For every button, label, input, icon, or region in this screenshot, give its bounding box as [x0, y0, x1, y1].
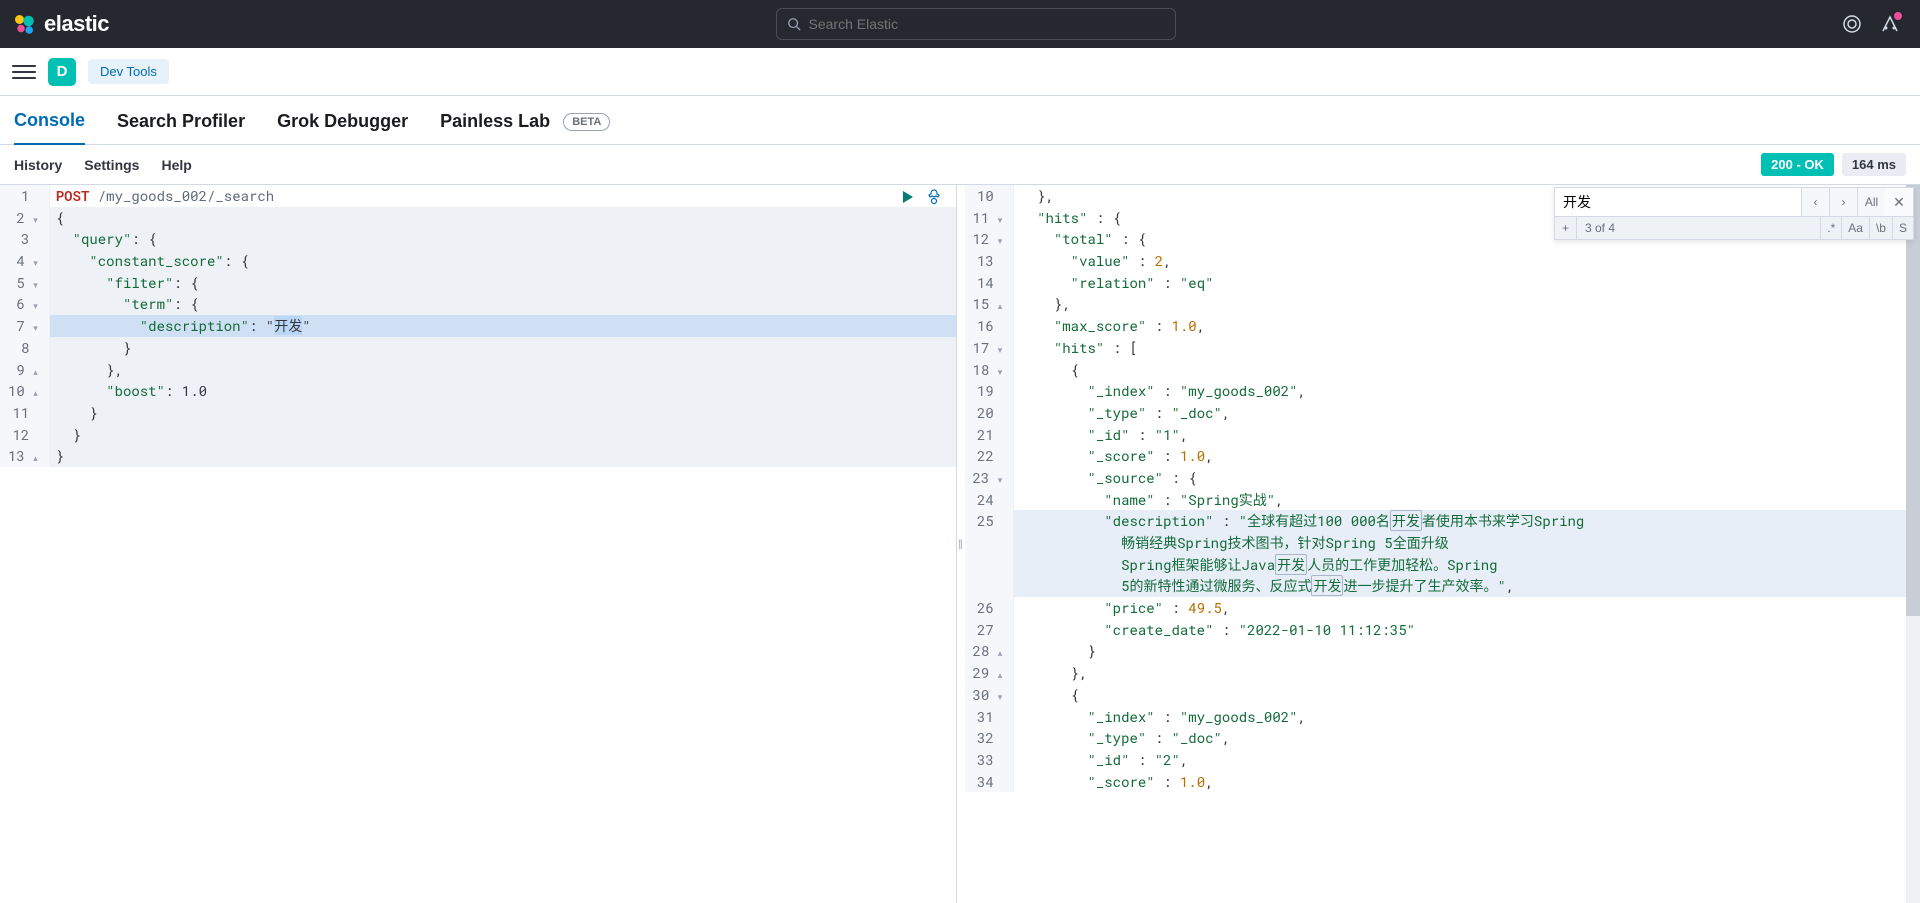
find-next-button[interactable]: ›: [1829, 188, 1857, 216]
breadcrumb-devtools[interactable]: Dev Tools: [88, 59, 169, 84]
app-header: elastic: [0, 0, 1920, 48]
response-time: 164 ms: [1842, 153, 1906, 176]
find-input[interactable]: [1555, 188, 1801, 216]
send-request-button[interactable]: [900, 189, 916, 209]
notification-dot: [1894, 12, 1902, 20]
find-prev-button[interactable]: ‹: [1801, 188, 1829, 216]
global-search-input[interactable]: [809, 16, 1165, 32]
request-editor[interactable]: 1 POST /my_goods_002/_search2 ▾{3 "query…: [0, 185, 957, 903]
brand-text: elastic: [44, 11, 109, 37]
search-icon: [787, 17, 801, 31]
help-button[interactable]: Help: [161, 157, 191, 173]
find-opt-word[interactable]: \b: [1869, 217, 1892, 239]
tab-painless-lab[interactable]: Painless Lab BETA: [440, 111, 610, 144]
find-all-button[interactable]: All: [1857, 188, 1885, 216]
tab-search-profiler[interactable]: Search Profiler: [117, 111, 245, 144]
global-search[interactable]: [776, 8, 1176, 40]
space-badge[interactable]: D: [48, 58, 76, 86]
elastic-logo-icon: [12, 12, 36, 36]
find-opt-case[interactable]: Aa: [1841, 217, 1869, 239]
pane-splitter[interactable]: ∥: [957, 185, 965, 903]
find-count: 3 of 4: [1577, 217, 1820, 239]
history-button[interactable]: History: [14, 157, 62, 173]
find-opt-regex[interactable]: .*: [1820, 217, 1841, 239]
brand[interactable]: elastic: [12, 11, 109, 37]
editor-split: 1 POST /my_goods_002/_search2 ▾{3 "query…: [0, 184, 1920, 903]
response-viewer[interactable]: ‹ › All ✕ + 3 of 4 .* Aa \b S 10 },11 ▾ …: [965, 185, 1920, 903]
find-close-button[interactable]: ✕: [1885, 194, 1913, 211]
request-options-button[interactable]: [926, 189, 942, 209]
settings-button[interactable]: Settings: [84, 157, 139, 173]
find-opt-selection[interactable]: S: [1892, 217, 1913, 239]
help-menu-icon[interactable]: [1842, 14, 1862, 34]
console-toolbar: History Settings Help 200 - OK 164 ms: [0, 145, 1920, 184]
nav-toggle-button[interactable]: [12, 60, 36, 84]
beta-badge: BETA: [563, 113, 610, 131]
find-panel: ‹ › All ✕ + 3 of 4 .* Aa \b S: [1554, 187, 1914, 240]
breadcrumb-bar: D Dev Tools: [0, 48, 1920, 96]
devtools-tabs: Console Search Profiler Grok Debugger Pa…: [0, 96, 1920, 145]
tab-grok-debugger[interactable]: Grok Debugger: [277, 111, 408, 144]
find-toggle-replace[interactable]: +: [1555, 217, 1577, 239]
scrollbar-thumb[interactable]: [1906, 185, 1920, 616]
response-status: 200 - OK: [1761, 153, 1834, 176]
newsfeed-icon[interactable]: [1880, 14, 1900, 34]
tab-console[interactable]: Console: [14, 110, 85, 145]
